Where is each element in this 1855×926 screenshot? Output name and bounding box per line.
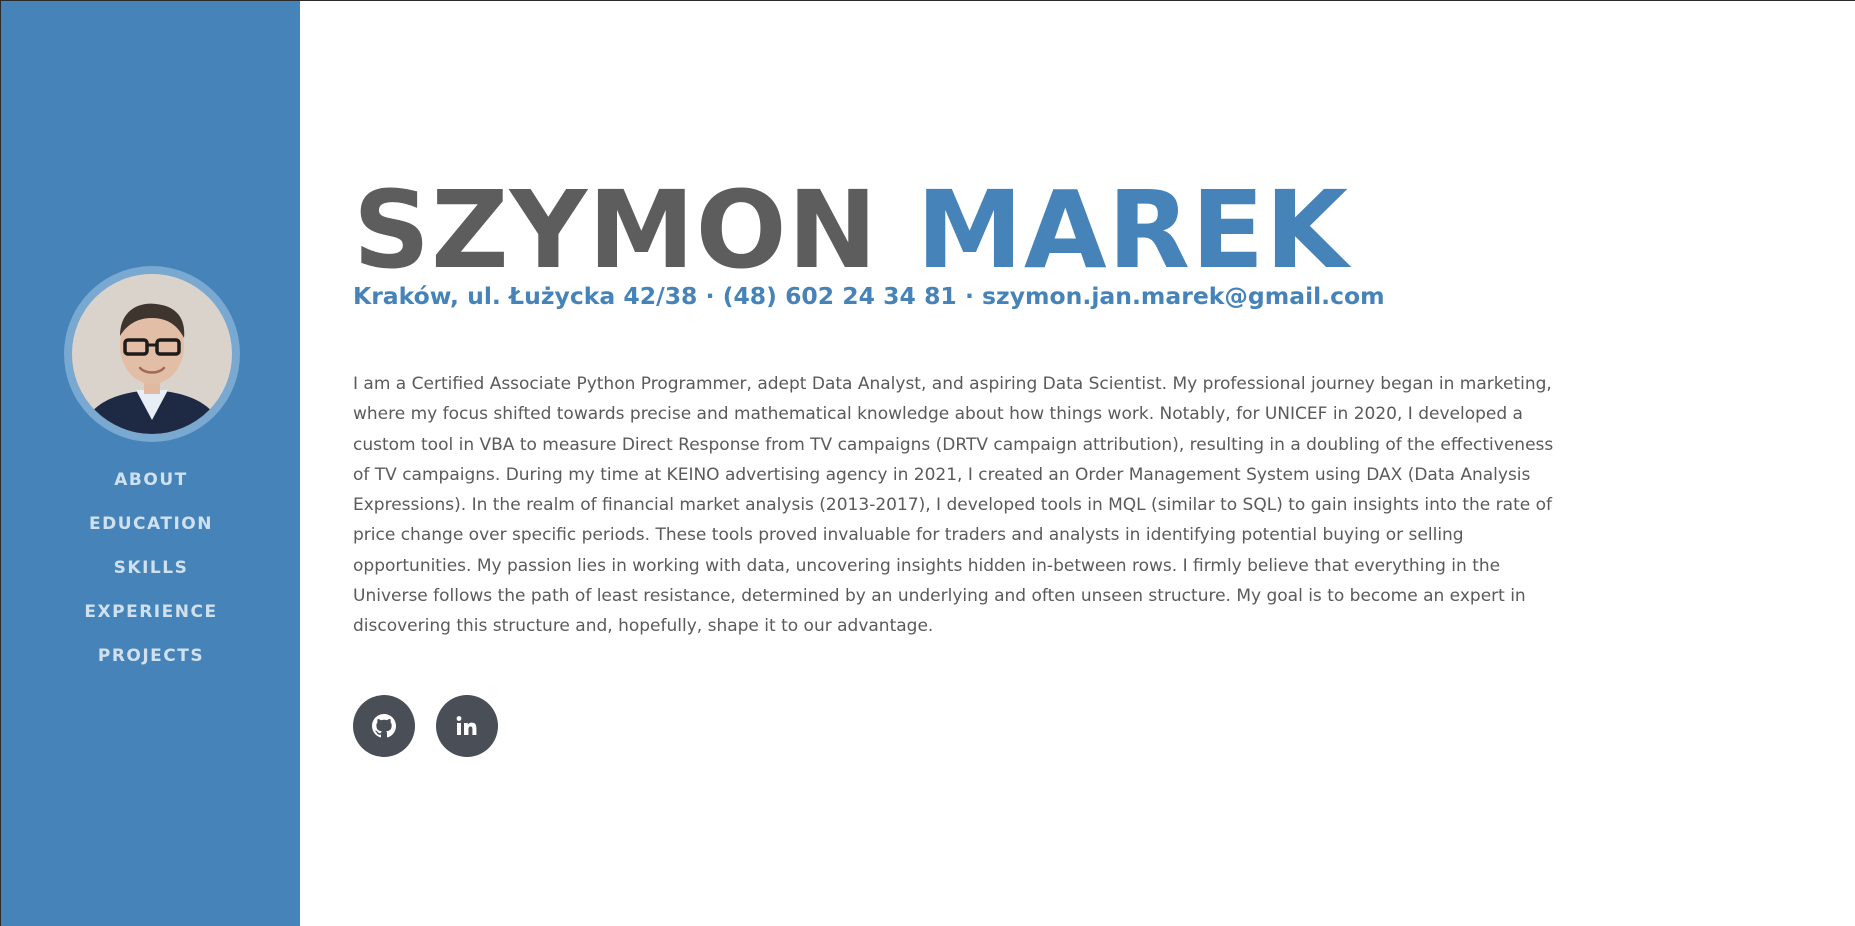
nav-item-skills[interactable]: SKILLS [1, 552, 301, 596]
page: ABOUT EDUCATION SKILLS EXPERIENCE PROJEC… [0, 0, 1855, 926]
contact-info: Kraków, ul. Łużycka 42/38 · (48) 602 24 … [353, 282, 1385, 310]
nav-item-education[interactable]: EDUCATION [1, 508, 301, 552]
linkedin-icon [456, 716, 477, 735]
bio-text: I am a Certified Associate Python Progra… [353, 374, 1554, 637]
sidebar: ABOUT EDUCATION SKILLS EXPERIENCE PROJEC… [0, 1, 300, 926]
profile-photo-icon [72, 274, 232, 434]
nav-item-projects[interactable]: PROJECTS [1, 640, 301, 684]
last-name: MAREK [916, 169, 1350, 293]
github-button[interactable] [353, 695, 415, 757]
nav-item-experience[interactable]: EXPERIENCE [1, 596, 301, 640]
avatar [72, 274, 232, 434]
sidebar-nav: ABOUT EDUCATION SKILLS EXPERIENCE PROJEC… [1, 464, 301, 684]
avatar-ring [64, 266, 240, 442]
nav-item-about[interactable]: ABOUT [1, 464, 301, 508]
github-icon [372, 714, 396, 738]
linkedin-button[interactable] [436, 695, 498, 757]
page-title: SZYMON MAREK [353, 171, 1349, 291]
first-name: SZYMON [353, 169, 879, 293]
